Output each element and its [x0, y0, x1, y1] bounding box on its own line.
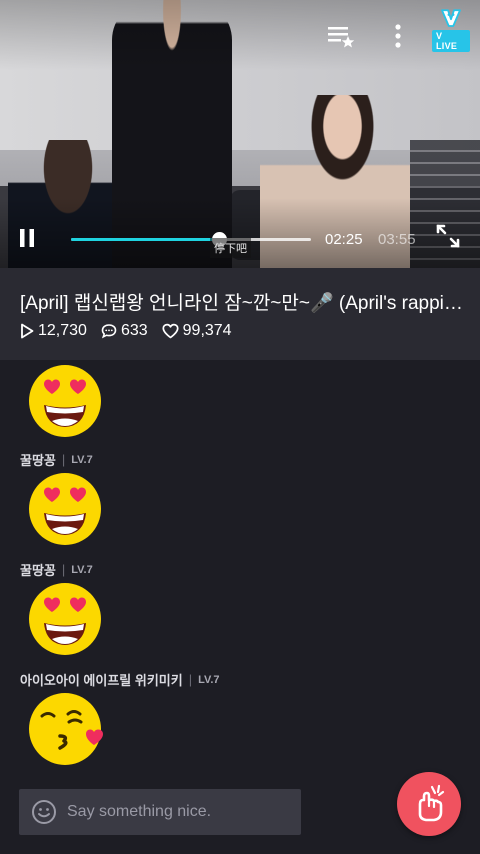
finger-heart-icon [418, 784, 445, 822]
chat-username-row[interactable]: 아이오아이 에이프릴 위키미키 | LV.7 [20, 670, 220, 689]
chat-username: 꿀땅꽁 [20, 453, 56, 468]
vlive-logo[interactable]: V LIVE [432, 8, 470, 52]
video-title[interactable]: [April] 랩신랩왕 언니라인 잠~깐~만~🎤 (April's rappi… [20, 288, 470, 315]
heart-eyes-emoji [28, 582, 102, 656]
more-vertical-icon[interactable] [388, 22, 408, 50]
chat-input-box[interactable] [19, 789, 301, 835]
chat-user-level: LV.7 [71, 563, 93, 576]
chat-input[interactable] [67, 803, 287, 821]
play-count-value: 12,730 [38, 322, 87, 339]
time-total: 03:55 [378, 231, 416, 248]
heart-eyes-emoji [28, 472, 102, 546]
smiley-icon[interactable] [31, 799, 57, 825]
finger-heart-button[interactable] [397, 772, 461, 836]
like-count-value: 99,374 [182, 322, 232, 339]
chat-username: 꿀땅꽁 [20, 563, 56, 578]
kiss-heart-emoji [28, 692, 103, 766]
heart-outline-icon [162, 323, 179, 339]
playlist-star-icon[interactable] [326, 22, 356, 50]
time-current: 02:25 [325, 231, 363, 248]
pause-icon[interactable] [16, 226, 38, 250]
fullscreen-icon[interactable] [434, 222, 462, 250]
comment-icon [101, 324, 117, 339]
video-info-panel: [April] 랩신랩왕 언니라인 잠~깐~만~🎤 (April's rappi… [0, 268, 480, 360]
play-icon [21, 323, 34, 339]
play-count: 12,730 [20, 322, 87, 340]
heart-eyes-emoji [28, 364, 102, 438]
video-overlay-top [0, 0, 480, 70]
divider: | [61, 562, 66, 577]
divider: | [188, 672, 193, 687]
chat-username-row[interactable]: 꿀땅꽁 | LV.7 [20, 450, 93, 469]
vlive-v-icon [441, 9, 461, 27]
chat-username-row[interactable]: 꿀땅꽁 | LV.7 [20, 560, 93, 579]
chat-user-level: LV.7 [71, 453, 93, 466]
video-player[interactable]: V LIVE 停下吧 02:25 03:55 [0, 0, 480, 268]
video-stats: 12,730 633 99,374 [20, 322, 246, 340]
vlive-logo-text: V LIVE [432, 30, 470, 52]
divider: | [61, 452, 66, 467]
chat-user-level: LV.7 [198, 673, 220, 686]
comment-count[interactable]: 633 [101, 322, 148, 340]
chat-username: 아이오아이 에이프릴 위키미키 [20, 673, 183, 688]
progress-fill [71, 238, 220, 241]
like-count[interactable]: 99,374 [162, 322, 232, 340]
video-subtitle: 停下吧 [210, 238, 251, 258]
comment-count-value: 633 [120, 322, 148, 339]
